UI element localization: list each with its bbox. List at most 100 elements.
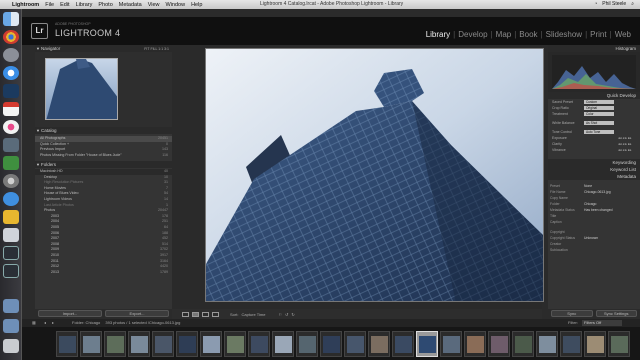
- quick-develop-header[interactable]: Quick Develop: [548, 92, 640, 99]
- filmstrip-thumbnail[interactable]: [464, 331, 486, 357]
- system-preferences-icon[interactable]: [3, 174, 19, 188]
- filmstrip-thumbnail[interactable]: [488, 331, 510, 357]
- white-balance-dropdown[interactable]: As Shot: [584, 121, 614, 125]
- filmstrip[interactable]: [22, 327, 640, 360]
- filmstrip-thumbnail[interactable]: [560, 331, 582, 357]
- filmstrip-thumbnail[interactable]: [368, 331, 390, 357]
- keyword-list-header[interactable]: Keyword List: [548, 166, 640, 173]
- launchpad-icon[interactable]: [3, 48, 19, 62]
- treatment-dropdown[interactable]: Color: [584, 112, 614, 116]
- filmstrip-thumbnail[interactable]: [248, 331, 270, 357]
- metadata-row[interactable]: Caption: [548, 219, 640, 225]
- module-print[interactable]: Print: [587, 30, 609, 39]
- facetime-camera-icon[interactable]: [3, 156, 19, 170]
- sync-button[interactable]: Sync: [551, 310, 593, 317]
- sketch-icon[interactable]: [3, 210, 19, 224]
- filmstrip-thumbnail[interactable]: [176, 331, 198, 357]
- finder-icon[interactable]: [3, 12, 19, 26]
- grid-view-icon[interactable]: [182, 311, 189, 317]
- navigator-thumbnail[interactable]: [45, 58, 118, 120]
- navigator-preview[interactable]: [35, 52, 172, 127]
- folder-row[interactable]: 2013 1789: [35, 270, 172, 276]
- filmstrip-thumbnail[interactable]: [128, 331, 150, 357]
- sync-settings-button[interactable]: Sync Settings: [595, 310, 637, 317]
- loupe-view-icon[interactable]: [192, 311, 199, 317]
- catalog-header[interactable]: ▼ Catalog: [35, 127, 172, 134]
- trash-icon[interactable]: [3, 339, 19, 353]
- sort-dropdown[interactable]: Capture Time: [241, 312, 265, 317]
- filmstrip-thumbnail[interactable]: [272, 331, 294, 357]
- menu-help[interactable]: Help: [191, 2, 202, 8]
- app-store-icon[interactable]: [3, 192, 19, 206]
- itunes-icon[interactable]: [3, 120, 19, 134]
- menu-edit[interactable]: Edit: [60, 2, 69, 8]
- back-arrow-icon[interactable]: ◂: [44, 319, 46, 327]
- lightroom-dock-icon[interactable]: [3, 246, 19, 260]
- chrome-icon[interactable]: [3, 30, 19, 44]
- export-button[interactable]: Export...: [105, 310, 169, 317]
- auto-tone-button[interactable]: Auto Tone: [584, 130, 614, 134]
- rotate-right-icon[interactable]: ↻: [291, 312, 294, 317]
- photoshop-icon[interactable]: [3, 84, 19, 98]
- module-slideshow[interactable]: Slideshow: [543, 30, 585, 39]
- import-button[interactable]: Import...: [38, 310, 102, 317]
- module-web[interactable]: Web: [612, 30, 634, 39]
- wifi-icon[interactable]: ◔: [594, 1, 597, 7]
- vibrance-arrows[interactable]: ◂◂ ◂ ▸ ▸▸: [618, 147, 631, 153]
- calendar-icon[interactable]: [3, 102, 19, 116]
- flag-icon[interactable]: ⚐: [278, 312, 282, 317]
- filmstrip-thumbnail[interactable]: [584, 331, 606, 357]
- filter-dropdown[interactable]: Filters Off: [582, 320, 622, 326]
- module-develop[interactable]: Develop: [455, 30, 490, 39]
- filmstrip-thumbnail[interactable]: [536, 331, 558, 357]
- spotlight-search-icon[interactable]: ⌕: [631, 1, 634, 7]
- grid-icon[interactable]: ▦: [32, 319, 36, 327]
- saved-preset-dropdown[interactable]: Custom: [584, 100, 614, 104]
- crop-ratio-dropdown[interactable]: Original: [584, 106, 614, 110]
- module-library[interactable]: Library: [423, 30, 453, 39]
- facetime-icon[interactable]: [3, 138, 19, 152]
- safari-icon[interactable]: [3, 66, 19, 80]
- filmstrip-thumbnail[interactable]: [392, 331, 414, 357]
- app-menu[interactable]: Lightroom: [12, 2, 39, 8]
- filmstrip-thumbnail[interactable]: [608, 331, 630, 357]
- menu-view[interactable]: View: [148, 2, 160, 8]
- filmstrip-thumbnail[interactable]: [320, 331, 342, 357]
- rotate-left-icon[interactable]: ↺: [285, 312, 288, 317]
- menu-library[interactable]: Library: [76, 2, 93, 8]
- menu-photo[interactable]: Photo: [98, 2, 112, 8]
- folder-icon[interactable]: [3, 299, 19, 313]
- user-name[interactable]: Phil Steele: [602, 1, 626, 7]
- catalog-missing-photos[interactable]: Photos Missing From Folder "House of Blu…: [35, 153, 172, 159]
- filmstrip-thumbnail[interactable]: [512, 331, 534, 357]
- downloads-icon[interactable]: [3, 319, 19, 333]
- histogram-header[interactable]: Histogram: [548, 45, 640, 52]
- main-photo[interactable]: [205, 48, 544, 302]
- filmstrip-thumbnail[interactable]: [200, 331, 222, 357]
- module-book[interactable]: Book: [516, 30, 540, 39]
- lightroom-dock-icon-2[interactable]: [3, 264, 19, 278]
- survey-view-icon[interactable]: [212, 311, 219, 317]
- filmstrip-source[interactable]: Folder: Chicago: [72, 320, 100, 325]
- keywording-header[interactable]: Keywording: [548, 159, 640, 166]
- loupe-view[interactable]: [172, 45, 544, 309]
- filmstrip-thumbnail[interactable]: [440, 331, 462, 357]
- metadata-row[interactable]: Sublocation: [548, 247, 640, 253]
- menu-metadata[interactable]: Metadata: [119, 2, 142, 8]
- menu-window[interactable]: Window: [166, 2, 186, 8]
- filmstrip-thumbnail[interactable]: [56, 331, 78, 357]
- filmstrip-thumbnail[interactable]: [344, 331, 366, 357]
- folders-header[interactable]: ▼ Folders: [35, 161, 172, 168]
- menu-file[interactable]: File: [45, 2, 54, 8]
- forward-arrow-icon[interactable]: ▸: [52, 319, 54, 327]
- metadata-header[interactable]: Metadata: [548, 173, 640, 180]
- filmstrip-thumbnail[interactable]: [224, 331, 246, 357]
- module-map[interactable]: Map: [493, 30, 515, 39]
- filmstrip-thumbnail[interactable]: [152, 331, 174, 357]
- filmstrip-thumbnail[interactable]: [104, 331, 126, 357]
- filmstrip-thumbnail[interactable]: [296, 331, 318, 357]
- compare-view-icon[interactable]: [202, 311, 209, 317]
- filmstrip-thumbnail[interactable]: [80, 331, 102, 357]
- navigator-header[interactable]: ▼ Navigator FIT FILL 1:1 3:1: [35, 45, 172, 52]
- preview-icon[interactable]: [3, 228, 19, 242]
